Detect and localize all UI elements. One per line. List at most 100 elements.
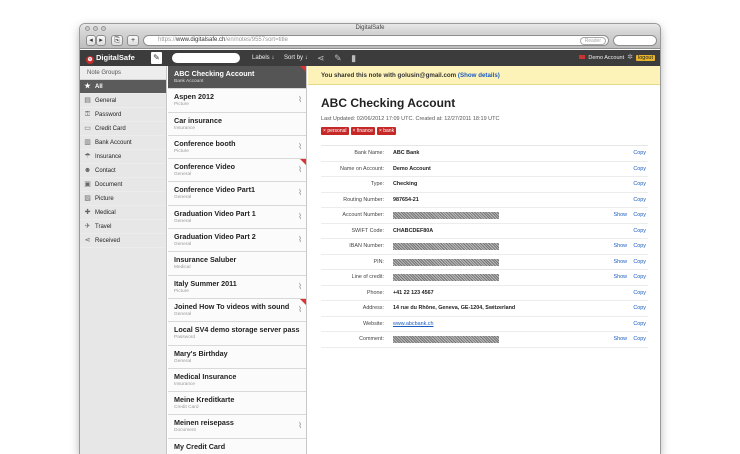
close-window-button[interactable] xyxy=(85,26,90,31)
edit-icon[interactable]: ✎ xyxy=(334,53,342,63)
all-icon: ★ xyxy=(84,83,91,90)
copy-button[interactable]: Copy xyxy=(633,239,646,254)
sidebar-item-label: Document xyxy=(95,182,123,188)
search-input[interactable] xyxy=(172,53,240,63)
copy-button[interactable]: Copy xyxy=(633,332,646,347)
note-title: Joined How To videos with sound xyxy=(174,301,290,311)
show-details-link[interactable]: (Show details) xyxy=(458,72,500,79)
sidebar-item-password[interactable]: ⚿ Password xyxy=(80,108,166,122)
list-item[interactable]: Italy Summer 2011 Picture ⌇ xyxy=(168,275,306,299)
address-bar[interactable]: https://www.digitalsafe.ch/en/notes/9557… xyxy=(143,35,609,46)
trash-icon[interactable]: ▮ xyxy=(351,53,356,63)
paperclip-icon: ⌇ xyxy=(298,141,302,151)
copy-button[interactable]: Copy xyxy=(633,193,646,208)
minimize-window-button[interactable] xyxy=(93,26,98,31)
app-logo[interactable]: ⊕ DigitalSafe xyxy=(86,53,135,64)
copy-button[interactable]: Copy xyxy=(633,317,646,332)
list-item[interactable]: Conference Video General ⌇ xyxy=(168,159,306,183)
copy-button[interactable]: Copy xyxy=(633,255,646,270)
sidebar-item-credit-card[interactable]: ▭ Credit Card xyxy=(80,122,166,136)
copy-button[interactable]: Copy xyxy=(633,286,646,301)
list-item[interactable]: Insurance Saluber Medical xyxy=(168,252,306,276)
note-title: ABC Checking Account xyxy=(174,69,255,78)
tag-finance[interactable]: × finance xyxy=(350,127,375,135)
list-item[interactable]: Car insurance Insurance xyxy=(168,112,306,136)
zoom-window-button[interactable] xyxy=(101,26,106,31)
labels-dropdown[interactable]: Labels ↓ xyxy=(252,55,274,61)
browser-search-field[interactable] xyxy=(613,35,657,46)
list-item[interactable]: Meine Kreditkarte Credit Card xyxy=(168,392,306,416)
sort-dropdown[interactable]: Sort by ↓ xyxy=(284,55,308,61)
share-text: You shared this note with golusin@gmail.… xyxy=(321,72,457,79)
credit-card-icon: ▭ xyxy=(84,125,91,132)
logout-button[interactable]: logout xyxy=(636,55,655,61)
note-title: Conference booth xyxy=(174,138,236,148)
reader-button[interactable]: Reader xyxy=(579,37,606,45)
list-item[interactable]: Conference Video Part1 General ⌇ xyxy=(168,182,306,206)
copy-button[interactable]: Copy xyxy=(633,301,646,316)
field-label: Line of credit: xyxy=(351,274,384,280)
field-label: Website: xyxy=(363,320,384,327)
note-title: Italy Summer 2011 xyxy=(174,278,237,288)
list-item[interactable]: Mary's Birthday General xyxy=(168,345,306,369)
field-value[interactable]: www.abcbank.ch xyxy=(393,317,433,332)
field-label: Address: xyxy=(362,305,384,311)
list-item[interactable]: Meinen reisepass Document ⌇ xyxy=(168,415,306,439)
list-item[interactable]: Local SV4 demo storage server pass Passwo… xyxy=(168,322,306,346)
copy-button[interactable]: Copy xyxy=(633,270,646,285)
note-category: General xyxy=(174,358,192,364)
back-button[interactable]: ◂ xyxy=(86,35,96,46)
tag-bank[interactable]: × bank xyxy=(376,127,397,135)
note-category: Password xyxy=(174,335,196,341)
tag-personal[interactable]: × personal xyxy=(321,127,349,135)
field-value: 14 rue du Rhône, Geneva, GE-1204, Switze… xyxy=(393,305,516,311)
list-item[interactable]: Medical Insurance Insurance xyxy=(168,368,306,393)
gear-icon[interactable]: ✲ xyxy=(627,54,633,61)
list-item[interactable]: My Credit Card xyxy=(168,438,306,454)
note-title: Conference Video xyxy=(174,162,235,172)
uk-flag-icon[interactable] xyxy=(579,55,586,59)
bookmarks-icon[interactable]: ⎘ xyxy=(111,35,123,46)
notes-list: ABC Checking Account Bank Account Aspen 20… xyxy=(168,66,307,454)
copy-button[interactable]: Copy xyxy=(633,177,646,192)
show-button[interactable]: Show xyxy=(614,270,628,285)
field-row-pin: PIN: Show Copy xyxy=(321,255,648,270)
show-button[interactable]: Show xyxy=(614,239,628,254)
add-bookmark-button[interactable]: + xyxy=(127,35,139,46)
field-row-bank-name: Bank Name: ABC Bank Copy xyxy=(321,146,648,162)
sidebar-item-medical[interactable]: ✚ Medical xyxy=(80,206,166,220)
note-title: Graduation Video Part 2 xyxy=(174,232,256,242)
new-note-icon[interactable]: ✎ xyxy=(151,52,162,64)
note-category: Bank Account xyxy=(174,79,204,84)
forward-button[interactable]: ▸ xyxy=(96,35,106,46)
list-item[interactable]: Aspen 2012 Picture ⌇ xyxy=(168,89,306,113)
note-title: Meinen reisepass xyxy=(174,418,234,428)
field-table: Bank Name: ABC Bank Copy Name on Account: De… xyxy=(321,145,648,348)
sidebar-item-general[interactable]: ▤ General xyxy=(80,94,166,108)
sidebar-item-received[interactable]: ⋖ Received xyxy=(80,234,166,248)
list-item[interactable]: Graduation Video Part 1 General ⌇ xyxy=(168,205,306,230)
show-button[interactable]: Show xyxy=(614,208,628,223)
sidebar-item-travel[interactable]: ✈ Travel xyxy=(80,220,166,234)
sidebar-item-contact[interactable]: ☻ Contact xyxy=(80,164,166,178)
list-item[interactable]: Conference booth Picture ⌇ xyxy=(168,135,306,160)
copy-button[interactable]: Copy xyxy=(633,162,646,177)
list-item[interactable]: ABC Checking Account Bank Account xyxy=(168,66,306,90)
sidebar-item-label: Insurance xyxy=(95,154,122,160)
sidebar-item-picture[interactable]: ▨ Picture xyxy=(80,192,166,206)
sidebar-item-document[interactable]: ▣ Document xyxy=(80,178,166,192)
sidebar-item-bank-account[interactable]: ▥ Bank Account xyxy=(80,136,166,150)
copy-button[interactable]: Copy xyxy=(633,146,646,161)
account-name[interactable]: Demo Account xyxy=(588,55,624,61)
share-icon[interactable]: ⋖ xyxy=(317,53,325,63)
sidebar-item-all[interactable]: ★ All xyxy=(80,80,166,94)
copy-button[interactable]: Copy xyxy=(633,224,646,239)
show-button[interactable]: Show xyxy=(614,332,628,347)
copy-button[interactable]: Copy xyxy=(633,208,646,223)
shared-flag-icon xyxy=(300,298,306,305)
show-button[interactable]: Show xyxy=(614,255,628,270)
sidebar-item-insurance[interactable]: ☂ Insurance xyxy=(80,150,166,164)
list-item[interactable]: Graduation Video Part 2 General ⌇ xyxy=(168,229,306,253)
list-item[interactable]: Joined How To videos with sound General ⌇ xyxy=(168,298,306,323)
sidebar-item-label: Received xyxy=(95,238,121,244)
